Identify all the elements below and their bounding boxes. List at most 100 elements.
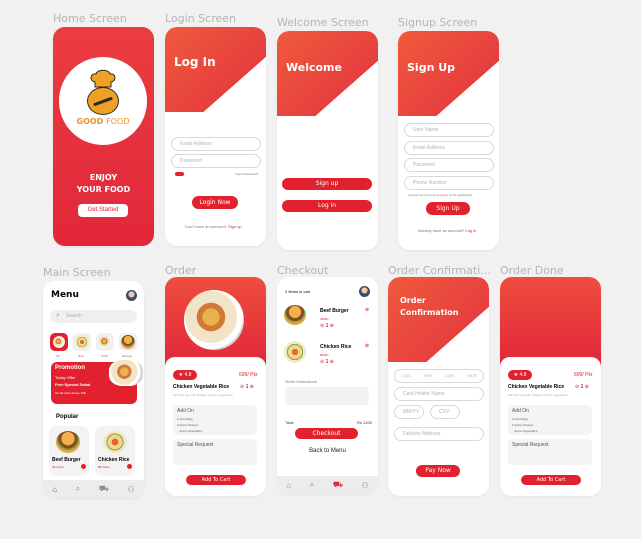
- add-to-cart-button[interactable]: Add To Cart: [521, 475, 581, 485]
- addon-label-2: Extra Chicken: [179, 423, 199, 427]
- cart-qty-stepper[interactable]: ⊖ 1 ⊕: [320, 323, 334, 329]
- search-input[interactable]: Search: [66, 313, 82, 319]
- rating-badge: ★ 4.8: [508, 370, 532, 380]
- search-nav-icon[interactable]: ⌕: [76, 484, 80, 494]
- qty-minus[interactable]: ⊖: [320, 359, 324, 365]
- order-instructions-input[interactable]: [285, 387, 369, 405]
- remember-toggle[interactable]: [175, 172, 184, 176]
- qty-plus[interactable]: ⊕: [330, 323, 334, 329]
- cart-item-image-rice: [284, 341, 306, 363]
- signup-title: Sign Up: [407, 61, 456, 74]
- add-icon[interactable]: [81, 464, 86, 469]
- signup-footer-text: Already have an account?: [418, 228, 465, 233]
- qty-minus[interactable]: ⊖: [320, 323, 324, 329]
- addon-option-3[interactable]: ○ Extra Vegetables: [512, 429, 537, 433]
- order-price: 699/ Pkr: [239, 372, 258, 378]
- avatar[interactable]: [126, 290, 137, 301]
- category-label-all: All: [56, 354, 60, 358]
- qty-plus[interactable]: ⊕: [585, 384, 589, 390]
- category-dessert[interactable]: [119, 333, 137, 351]
- signup-email-field[interactable]: Email Address: [404, 141, 494, 155]
- login-now-button[interactable]: Login Now: [192, 196, 238, 209]
- cart-icon[interactable]: ⛟: [99, 484, 109, 494]
- qty-plus[interactable]: ⊕: [330, 359, 334, 365]
- pay-now-button[interactable]: Pay Now: [416, 465, 460, 477]
- search-nav-icon[interactable]: ⌕: [310, 480, 314, 490]
- frame-title-confirmation: Order Confirmati...: [388, 264, 491, 277]
- login-password-field[interactable]: Password: [171, 154, 261, 168]
- addon-option-3[interactable]: ○ Extra Vegetables: [177, 429, 202, 433]
- promotion-card[interactable]: Promotion Today Offer Free Special Salad…: [51, 360, 143, 404]
- category-grills[interactable]: [96, 333, 114, 351]
- order-screen: ★ 4.8 699/ Pkr Chicken Vegetable Rice ⊖ …: [165, 277, 266, 496]
- cart-item-image-burger: [284, 305, 306, 325]
- delivery-address-field[interactable]: Delivery Address: [394, 427, 484, 441]
- qty-minus[interactable]: ⊖: [575, 384, 579, 390]
- addon-label-3: Extra Vegetables: [514, 429, 538, 433]
- cvv-field[interactable]: CVV: [430, 405, 460, 419]
- checkout-screen: 2 Items in cart Beef Burger ⊗ 400Rs ⊖ 1 …: [277, 277, 378, 494]
- signup-link[interactable]: Sign up: [228, 224, 242, 229]
- login-link[interactable]: Log in: [465, 228, 476, 233]
- forgot-password-link[interactable]: forgot Password?: [235, 172, 258, 176]
- signup-username-field[interactable]: User Name: [404, 123, 494, 137]
- special-request-box[interactable]: Special Request: [173, 439, 257, 465]
- card-holder-field[interactable]: Card Holder Name: [394, 387, 484, 401]
- welcome-signup-button[interactable]: Sign up: [282, 178, 372, 190]
- bottom-nav: ⌂ ⌕ ⛟ ⚇: [43, 480, 144, 498]
- welcome-login-button[interactable]: Log in: [282, 200, 372, 212]
- star-icon: ★: [178, 372, 184, 378]
- checkout-button[interactable]: Checkout: [295, 428, 358, 439]
- signup-phone-field[interactable]: Phone Number: [404, 176, 494, 190]
- category-all[interactable]: [50, 333, 68, 351]
- frame-title-home: Home Screen: [53, 12, 127, 25]
- remove-icon[interactable]: ⊗: [365, 307, 369, 313]
- home-screen: GOOD FOOD ENJOY YOUR FOOD Get Started: [53, 27, 154, 246]
- add-to-cart-button[interactable]: Add To Cart: [186, 475, 246, 485]
- home-icon[interactable]: ⌂: [52, 485, 57, 494]
- done-description: Stir fried rice with chicken & fresh veg…: [508, 393, 568, 397]
- search-bar[interactable]: ⌕ Search: [50, 310, 137, 323]
- order-instructions-label: Order Instructions: [285, 379, 317, 384]
- popular-card-burger[interactable]: Beef Burger 4$ Order: [49, 426, 89, 476]
- signup-footer: Already have an account? Log in: [418, 228, 476, 233]
- category-rice[interactable]: [73, 333, 91, 351]
- addon-label-1: Fried Egg: [514, 417, 528, 421]
- add-icon[interactable]: [127, 464, 132, 469]
- profile-icon[interactable]: ⚇: [127, 485, 134, 494]
- back-to-menu-link[interactable]: Back to Menu: [277, 448, 378, 454]
- profile-icon[interactable]: ⚇: [361, 481, 368, 490]
- home-icon[interactable]: ⌂: [286, 481, 291, 490]
- get-started-button[interactable]: Get Started: [78, 204, 128, 217]
- menu-title: Menu: [51, 290, 79, 300]
- cart-qty-stepper[interactable]: ⊖ 1 ⊕: [320, 359, 334, 365]
- addon-option-1[interactable]: ● Fried Egg: [512, 417, 528, 421]
- confirmation-header-wedge: [388, 277, 489, 362]
- login-email-field[interactable]: Email Address: [171, 137, 261, 151]
- frame-title-welcome: Welcome Screen: [277, 16, 369, 29]
- addon-option-2[interactable]: ● Extra Chicken: [177, 423, 198, 427]
- qty-stepper[interactable]: ⊖ 1 ⊕: [240, 384, 254, 390]
- special-request-box[interactable]: Special Request: [508, 439, 592, 465]
- remove-icon[interactable]: ⊗: [365, 343, 369, 349]
- qty-value: 1: [325, 323, 329, 329]
- cart-icon[interactable]: ⛟: [333, 480, 343, 490]
- terms-checkbox-label[interactable]: I accept the terms and privacy of this a…: [408, 193, 472, 197]
- expiry-field[interactable]: MM/YY: [394, 405, 424, 419]
- qty-minus[interactable]: ⊖: [240, 384, 244, 390]
- promo-line-3: On all order above 15$: [55, 391, 86, 395]
- signup-password-field[interactable]: Password: [404, 158, 494, 172]
- avatar[interactable]: [359, 286, 370, 297]
- qty-plus[interactable]: ⊕: [250, 384, 254, 390]
- qty-stepper[interactable]: ⊖ 1 ⊕: [575, 384, 589, 390]
- cart-item-price: 400Rs: [320, 317, 329, 321]
- card-number-field[interactable]: 1234 5678 1234 5678: [394, 369, 484, 383]
- login-footer: Don't have an account? Sign up: [185, 224, 242, 229]
- addon-option-1[interactable]: ● Fried Egg: [177, 417, 193, 421]
- done-header: [500, 277, 601, 367]
- popular-card-chicken[interactable]: Chicken Rice 8$ Order: [95, 426, 135, 476]
- promo-line-1: Today Offer: [55, 375, 76, 380]
- signup-button[interactable]: Sign Up: [426, 202, 470, 215]
- addon-option-2[interactable]: ● Extra Chicken: [512, 423, 533, 427]
- frame-title-order: Order: [165, 264, 197, 277]
